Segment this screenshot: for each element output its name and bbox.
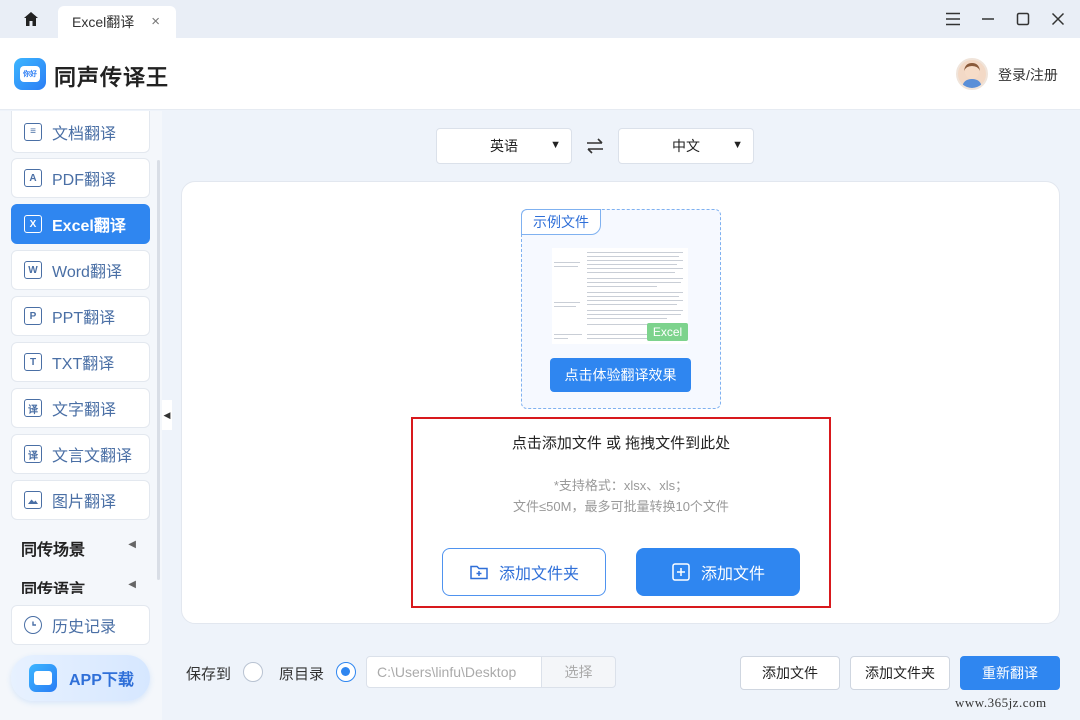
image-icon [24, 491, 42, 509]
sidebar-section-languages[interactable]: 同传语言 ◀ [21, 576, 136, 594]
bottom-add-folder-button[interactable]: 添加文件夹 [850, 656, 950, 690]
title-bar: Excel翻译 × [0, 0, 1080, 38]
sidebar-item-word[interactable]: W Word翻译 [11, 250, 150, 290]
swap-languages-icon[interactable] [582, 134, 608, 158]
watermark: www.365jz.com [955, 695, 1047, 710]
try-translation-button[interactable]: 点击体验翻译效果 [550, 358, 691, 392]
clock-icon [24, 616, 42, 634]
output-path-input[interactable]: C:\Users\linfu\Desktop [366, 656, 542, 688]
maximize-icon[interactable] [1015, 8, 1031, 30]
sidebar-item-label: TXT翻译 [52, 356, 115, 373]
sidebar-item-label: PDF翻译 [52, 172, 117, 189]
original-dir-label: 原目录 [279, 666, 325, 683]
source-language-select[interactable]: 英语 ▼ [436, 128, 572, 164]
home-icon[interactable] [18, 8, 44, 30]
sidebar-collapse-icon[interactable]: ◀ [162, 400, 172, 430]
excel-icon: X [24, 215, 42, 233]
add-file-button[interactable]: 添加文件 [636, 548, 800, 596]
plus-square-icon [672, 563, 690, 581]
sidebar-item-ppt[interactable]: P PPT翻译 [11, 296, 150, 336]
avatar[interactable] [956, 58, 988, 90]
excel-badge: Excel [647, 323, 688, 341]
dropdown-caret-icon: ▼ [732, 139, 743, 151]
app-download-button[interactable]: APP下载 [11, 655, 150, 701]
add-file-label: 添加文件 [700, 566, 765, 583]
sidebar-item-history[interactable]: 历史记录 [11, 605, 150, 645]
document-icon: ≡ [24, 122, 42, 141]
tab-close-icon[interactable]: × [151, 13, 160, 30]
classical-chinese-icon: 译 [24, 445, 42, 463]
drop-zone-title: 点击添加文件 或 拖拽文件到此处 [511, 435, 731, 452]
app-logo: 你好 [14, 58, 46, 90]
section-label: 同传语言 [21, 582, 86, 594]
tab-label: Excel翻译 [72, 14, 135, 30]
supported-formats-hint: *支持格式：xlsx、xls； [553, 478, 689, 493]
login-register-link[interactable]: 登录/注册 [998, 65, 1058, 85]
sidebar-item-pdf[interactable]: A PDF翻译 [11, 158, 150, 198]
app-logo-icon [29, 664, 57, 692]
sidebar-scrollbar[interactable] [157, 160, 160, 580]
app-header: 你好 同声传译王 登录/注册 [0, 38, 1080, 110]
sidebar-item-excel[interactable]: X Excel翻译 [11, 204, 150, 244]
sidebar-item-label: 文档翻译 [52, 125, 117, 143]
save-to-label: 保存到 [186, 666, 232, 683]
source-language-value: 英语 [490, 138, 518, 154]
retranslate-button[interactable]: 重新翻译 [960, 656, 1060, 690]
original-dir-radio[interactable] [336, 662, 356, 682]
word-icon: W [24, 261, 42, 279]
app-download-label: APP下载 [69, 672, 134, 689]
sidebar-item-label: 图片翻译 [52, 494, 117, 511]
minimize-icon[interactable] [980, 8, 996, 30]
target-language-value: 中文 [672, 138, 700, 154]
sidebar-item-label: PPT翻译 [52, 310, 116, 327]
ppt-icon: P [24, 307, 42, 325]
sidebar-item-label: Word翻译 [52, 264, 122, 281]
sidebar-item-image[interactable]: 图片翻译 [11, 480, 150, 520]
sidebar-item-label: 文言文翻译 [52, 448, 133, 465]
save-to-radio[interactable] [243, 662, 263, 682]
file-limit-hint: 文件≤50M，最多可批量转换10个文件 [513, 499, 729, 514]
add-folder-label: 添加文件夹 [498, 566, 579, 583]
pdf-icon: A [24, 169, 42, 187]
txt-icon: T [24, 353, 42, 371]
sample-file-tag: 示例文件 [521, 209, 601, 235]
dropdown-caret-icon: ▼ [550, 139, 561, 151]
menu-icon[interactable] [945, 8, 961, 30]
sidebar-item-label: Excel翻译 [52, 218, 126, 235]
text-translate-icon: 译 [24, 399, 42, 417]
choose-path-button[interactable]: 选择 [541, 656, 616, 688]
target-language-select[interactable]: 中文 ▼ [618, 128, 754, 164]
sidebar-item-document[interactable]: ≡ 文档翻译 [11, 111, 150, 153]
bottom-add-file-button[interactable]: 添加文件 [740, 656, 840, 690]
sidebar-item-txt[interactable]: T TXT翻译 [11, 342, 150, 382]
sidebar-item-text-translate[interactable]: 译 文字翻译 [11, 388, 150, 428]
app-name: 同声传译王 [54, 65, 170, 90]
folder-plus-icon [470, 565, 488, 580]
sidebar-item-label: 历史记录 [52, 619, 117, 636]
sidebar-section-scenes[interactable]: 同传场景 ◀ [21, 536, 136, 560]
sidebar-item-label: 文字翻译 [52, 402, 117, 419]
add-folder-button[interactable]: 添加文件夹 [442, 548, 606, 596]
sidebar-item-classical-chinese[interactable]: 译 文言文翻译 [11, 434, 150, 474]
tab-excel-translate[interactable]: Excel翻译 × [58, 6, 176, 38]
collapse-arrow-icon: ◀ [128, 539, 136, 550]
collapse-arrow-icon: ◀ [128, 579, 136, 590]
close-icon[interactable] [1050, 8, 1066, 30]
section-label: 同传场景 [21, 542, 86, 559]
